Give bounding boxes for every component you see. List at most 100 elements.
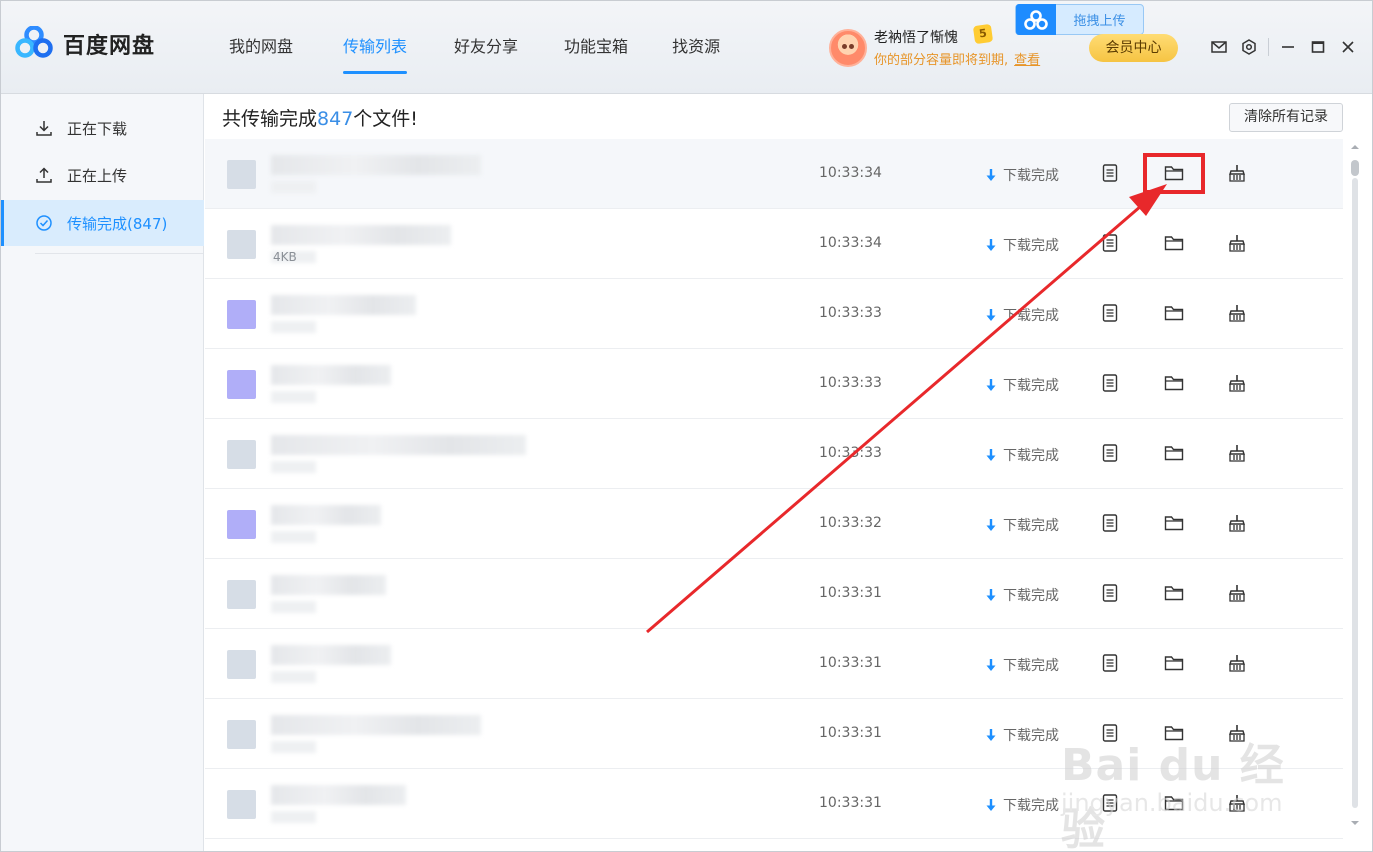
transfer-status: 下载完成 [985,655,1059,675]
nav-tab-transfer-list[interactable]: 传输列表 [343,1,408,94]
window-controls [1204,35,1363,59]
open-folder-icon[interactable] [1162,441,1186,465]
clear-record-icon[interactable] [1225,161,1249,185]
file-meta-redacted [271,741,316,753]
transfer-list: 10:33:34 下载完成 4KB 10:33:34 下载完成 10:33:33 下载完成 1… [205,139,1343,839]
maximize-icon[interactable] [1303,35,1333,59]
download-arrow-icon [985,588,997,602]
sidebar: 正在下载 正在上传 传输完成(847) [1,94,204,851]
transfer-time: 10:33:33 [819,305,882,321]
sidebar-item-downloading[interactable]: 正在下载 [1,105,204,151]
transfer-time: 10:33:31 [819,795,882,811]
transfer-row[interactable]: 10:33:31 下载完成 [205,769,1343,839]
file-name-redacted [271,365,391,385]
member-center-button[interactable]: 会员中心 [1089,34,1178,62]
file-details-icon[interactable] [1098,441,1122,465]
file-details-icon[interactable] [1098,721,1122,745]
transfer-status-label: 下载完成 [1003,798,1059,814]
transfer-row[interactable]: 10:33:32 下载完成 [205,489,1343,559]
file-name-redacted [271,785,406,805]
clear-record-icon[interactable] [1225,581,1249,605]
transfer-row[interactable]: 10:33:33 下载完成 [205,279,1343,349]
clear-record-icon[interactable] [1225,651,1249,675]
nav-tab-friend-share[interactable]: 好友分享 [454,1,518,94]
settings-icon[interactable] [1234,35,1264,59]
nav-tab-find-resources[interactable]: 找资源 [672,1,720,94]
close-icon[interactable] [1333,35,1363,59]
annotation-highlight-box [1143,153,1205,194]
storage-notice-link[interactable]: 查看 [1014,53,1040,68]
scrollbar-rail[interactable] [1352,178,1358,808]
file-details-icon[interactable] [1098,371,1122,395]
open-folder-icon[interactable] [1162,581,1186,605]
nav-tab-toolbox[interactable]: 功能宝箱 [564,1,628,94]
open-folder-icon[interactable] [1162,231,1186,255]
open-folder-icon[interactable] [1162,301,1186,325]
clear-record-icon[interactable] [1225,371,1249,395]
baidu-cloud-logo-icon [15,25,53,62]
transfer-row[interactable]: 10:33:34 下载完成 [205,139,1343,209]
scrollbar[interactable] [1349,142,1361,832]
sidebar-item-completed[interactable]: 传输完成(847) [1,200,204,246]
open-folder-icon[interactable] [1162,721,1186,745]
storage-notice: 你的部分容量即将到期, 查看 [874,49,1040,68]
clear-record-icon[interactable] [1225,231,1249,255]
download-arrow-icon [985,658,997,672]
transfer-row[interactable]: 10:33:31 下载完成 [205,629,1343,699]
mail-icon[interactable] [1204,35,1234,59]
transfer-row[interactable]: 4KB 10:33:34 下载完成 [205,209,1343,279]
clear-record-icon[interactable] [1225,791,1249,815]
transfer-row[interactable]: 10:33:33 下载完成 [205,419,1343,489]
transfer-status-label: 下载完成 [1003,658,1059,674]
file-name-redacted [271,435,526,455]
transfer-time: 10:33:31 [819,585,882,601]
top-header: 百度网盘 我的网盘 传输列表 好友分享 功能宝箱 找资源 老衲悟了惭愧 5 你的… [1,1,1372,94]
transfer-time: 10:33:34 [819,165,882,181]
window-controls-divider [1268,38,1269,56]
clear-record-icon[interactable] [1225,721,1249,745]
transfer-row[interactable]: 10:33:31 下载完成 [205,559,1343,629]
minimize-icon[interactable] [1273,35,1303,59]
transfer-status: 下载完成 [985,445,1059,465]
download-arrow-icon [985,168,997,182]
scrollbar-thumb[interactable] [1351,160,1359,176]
file-name-redacted [271,225,451,245]
transfer-status-label: 下载完成 [1003,238,1059,254]
clear-record-icon[interactable] [1225,301,1249,325]
file-details-icon[interactable] [1098,511,1122,535]
file-details-icon[interactable] [1098,231,1122,255]
app-logo[interactable]: 百度网盘 [15,25,155,62]
avatar[interactable] [829,29,867,67]
download-arrow-icon [985,798,997,812]
transfer-status: 下载完成 [985,585,1059,605]
file-details-icon[interactable] [1098,651,1122,675]
download-arrow-icon [985,728,997,742]
file-details-icon[interactable] [1098,581,1122,605]
transfer-status: 下载完成 [985,305,1059,325]
transfer-row[interactable]: 10:33:33 下载完成 [205,349,1343,419]
file-details-icon[interactable] [1098,301,1122,325]
drag-upload-button[interactable]: 拖拽上传 [1015,4,1144,35]
scroll-down-icon[interactable] [1349,818,1361,828]
main-nav: 我的网盘 传输列表 好友分享 功能宝箱 找资源 [211,1,720,94]
transfer-status: 下载完成 [985,795,1059,815]
clear-all-records-button[interactable]: 清除所有记录 [1229,103,1343,132]
open-folder-icon[interactable] [1162,791,1186,815]
transfer-time: 10:33:33 [819,375,882,391]
file-name-redacted [271,295,416,315]
download-icon [35,119,53,137]
download-arrow-icon [985,308,997,322]
clear-record-icon[interactable] [1225,511,1249,535]
transfer-status-label: 下载完成 [1003,168,1059,184]
clear-record-icon[interactable] [1225,441,1249,465]
open-folder-icon[interactable] [1162,371,1186,395]
open-folder-icon[interactable] [1162,651,1186,675]
nav-tab-my-disk[interactable]: 我的网盘 [229,1,293,94]
username[interactable]: 老衲悟了惭愧 [874,27,958,47]
transfer-row[interactable]: 10:33:31 下载完成 [205,699,1343,769]
sidebar-item-uploading[interactable]: 正在上传 [1,152,204,198]
open-folder-icon[interactable] [1162,511,1186,535]
file-details-icon[interactable] [1098,161,1122,185]
scroll-up-icon[interactable] [1349,142,1361,152]
file-details-icon[interactable] [1098,791,1122,815]
